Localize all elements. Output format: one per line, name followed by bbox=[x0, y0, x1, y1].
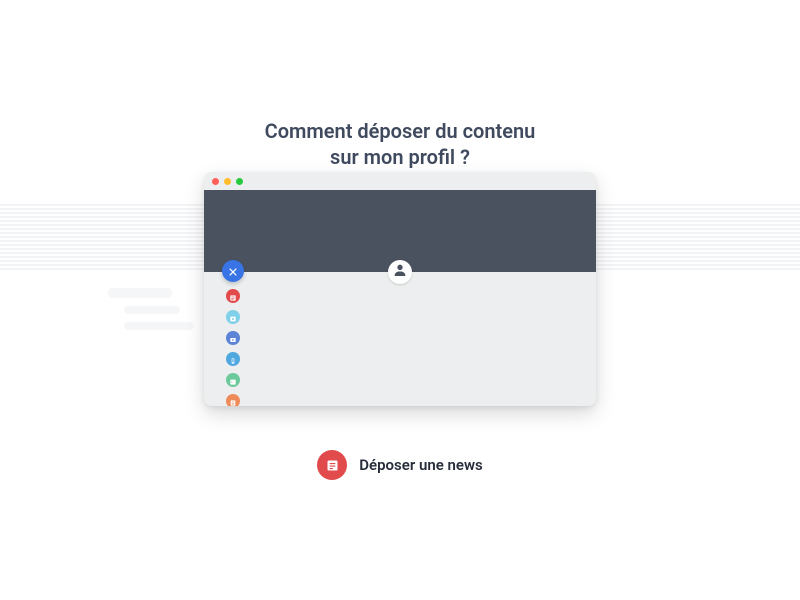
window-titlebar bbox=[204, 172, 596, 190]
page-title: Comment déposer du contenu sur mon profi… bbox=[0, 118, 800, 170]
calendar-icon bbox=[229, 371, 237, 390]
skeleton-blob bbox=[124, 306, 180, 314]
browser-mockup bbox=[204, 172, 596, 406]
menu-item-doc[interactable] bbox=[226, 394, 240, 406]
close-compose-button[interactable] bbox=[222, 260, 244, 282]
news-icon bbox=[229, 287, 237, 306]
close-icon bbox=[228, 262, 238, 281]
close-dot-icon[interactable] bbox=[212, 178, 219, 185]
user-icon bbox=[392, 262, 408, 282]
deposit-news-label: Déposer une news bbox=[359, 456, 482, 474]
menu-item-photo[interactable] bbox=[226, 310, 240, 324]
avatar[interactable] bbox=[388, 260, 412, 284]
photo-icon bbox=[229, 308, 237, 327]
deposit-news-action[interactable]: Déposer une news bbox=[0, 450, 800, 480]
news-icon bbox=[317, 450, 347, 480]
skeleton-blob bbox=[108, 288, 172, 298]
doc-icon bbox=[229, 392, 237, 407]
mobile-icon bbox=[229, 350, 237, 369]
video-icon bbox=[229, 329, 237, 348]
menu-item-video[interactable] bbox=[226, 331, 240, 345]
maximize-dot-icon[interactable] bbox=[236, 178, 243, 185]
compose-menu bbox=[222, 260, 244, 406]
menu-item-news[interactable] bbox=[226, 289, 240, 303]
menu-item-event[interactable] bbox=[226, 373, 240, 387]
mock-body bbox=[204, 272, 596, 406]
skeleton-blob bbox=[124, 322, 194, 330]
minimize-dot-icon[interactable] bbox=[224, 178, 231, 185]
menu-item-mobile[interactable] bbox=[226, 352, 240, 366]
